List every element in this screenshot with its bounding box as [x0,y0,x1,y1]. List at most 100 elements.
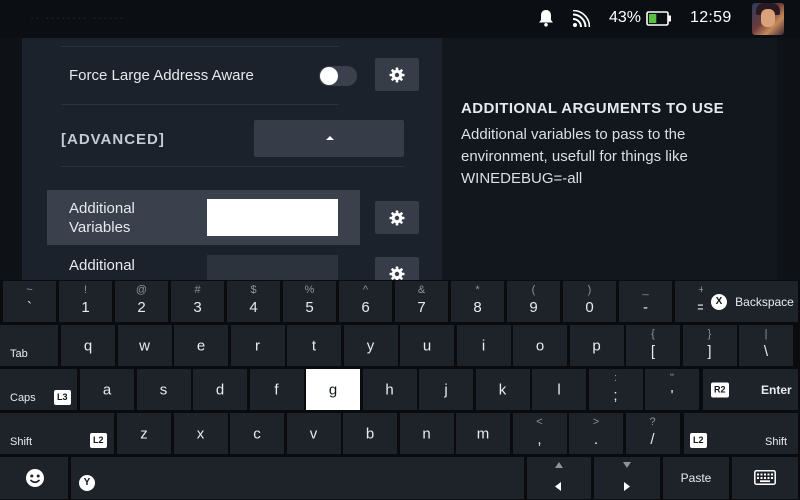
key-r1-6[interactable]: ^ 6 [339,281,392,322]
hide-keyboard-key[interactable] [732,457,798,499]
key-r4-1[interactable]: x [173,413,228,454]
force-large-address-aware-label: Force Large Address Aware [69,67,254,84]
key-r2-4[interactable]: t [287,325,341,366]
key-label: j [444,381,448,398]
battery-percent: 43% [609,9,642,26]
key-label: d [215,381,225,398]
key-r3-9[interactable]: :; [588,369,643,410]
key-r2-5[interactable]: y [343,325,398,366]
gear-icon [389,67,405,82]
key-r3-1[interactable]: s [136,369,191,410]
shift-label: Shift [765,436,788,448]
backdrop-right [777,38,800,280]
key-r4-5[interactable]: n [399,413,454,454]
key-r2-3[interactable]: r [230,325,285,366]
key-r4-3[interactable]: v [286,413,341,454]
settings-list: Force Large Address Aware [ADVANCED] Add… [22,38,442,280]
key-shift-label: @ [135,284,148,296]
key-r2-11[interactable]: }] [682,325,737,366]
key-r2-2[interactable]: e [174,325,228,366]
key-label: i [481,337,486,354]
emoji-icon [26,469,44,487]
tab-key[interactable]: Tab [0,325,58,366]
space-key[interactable]: Y [71,457,524,499]
force-large-address-aware-settings-button[interactable] [375,58,419,91]
key-r4-0[interactable]: z [117,413,171,454]
key-r2-7[interactable]: i [456,325,511,366]
key-r4-4[interactable]: b [343,413,397,454]
shift-label: Shift [10,436,33,448]
cast-icon[interactable] [572,10,590,28]
key-r3-4[interactable]: g [306,369,360,410]
key-shift-label: ) [587,284,592,296]
key-r3-10[interactable]: " ' [645,369,699,410]
paste-key[interactable]: Paste [663,457,729,499]
key-r4-2[interactable]: c [230,413,284,454]
key-r4-7[interactable]: <, [512,413,567,454]
caret-left-icon [555,482,561,491]
key-label: s [159,381,168,398]
key-r3-2[interactable]: d [193,369,247,410]
key-r2-8[interactable]: o [513,325,567,366]
key-label: a [102,381,112,398]
bell-icon[interactable] [538,9,554,27]
enter-key[interactable]: R2 Enter [703,369,798,410]
key-r2-1[interactable]: w [117,325,172,366]
additional-variables-settings-button[interactable] [375,201,419,234]
key-r4-9[interactable]: ? / [625,413,680,454]
battery-icon[interactable] [646,11,672,26]
caps-key[interactable]: Caps L3 [0,369,77,410]
key-label: o [535,337,545,354]
arrow-right-key[interactable] [594,457,660,499]
key-r1-2[interactable]: @2 [115,281,168,322]
key-r3-3[interactable]: f [249,369,304,410]
key-label: ' [670,387,674,404]
arrow-left-key[interactable] [527,457,591,499]
key-r1-0[interactable]: ~ ` [3,281,56,322]
emoji-key[interactable] [0,457,68,499]
advanced-collapse-button[interactable] [254,120,404,157]
key-r1-10[interactable]: ) 0 [563,281,616,322]
key-r3-5[interactable]: h [362,369,417,410]
key-r3-8[interactable]: l [532,369,586,410]
additional-arguments-settings-button[interactable] [375,257,419,280]
backspace-key[interactable]: X Backspace [703,281,798,322]
key-r1-5[interactable]: % 5 [283,281,336,322]
key-r1-9[interactable]: (9 [507,281,560,322]
key-r2-10[interactable]: {[ [626,325,680,366]
l2-badge: L2 [690,433,707,448]
key-r1-8[interactable]: * 8 [451,281,504,322]
key-label: \ [763,343,769,360]
key-r1-11[interactable]: _ - [619,281,672,322]
force-large-address-aware-toggle[interactable] [319,66,357,86]
key-label: m [476,425,490,442]
key-r2-12[interactable]: | \ [739,325,793,366]
paste-label: Paste [680,471,712,485]
key-r4-6[interactable]: m [456,413,510,454]
caret-right-icon [624,482,630,491]
key-r3-7[interactable]: k [475,369,530,410]
key-r2-6[interactable]: u [400,325,454,366]
avatar[interactable] [752,3,784,35]
key-r3-6[interactable]: j [419,369,473,410]
advanced-section-header: [ADVANCED] [61,131,165,148]
caret-up-icon [555,462,563,468]
shift-key-left[interactable]: Shift L2 [0,413,114,454]
key-r2-0[interactable]: q [61,325,115,366]
key-r1-4[interactable]: $4 [227,281,280,322]
key-shift-label: ^ [362,284,369,296]
key-shift-label: * [475,284,480,296]
additional-arguments-input[interactable] [207,255,338,280]
help-description: Additional variables to pass to the envi… [461,126,688,187]
key-r2-9[interactable]: p [569,325,624,366]
backdrop-left [0,38,22,280]
additional-variables-input[interactable] [207,199,338,236]
key-r1-1[interactable]: ! 1 [59,281,112,322]
key-shift-label: ( [531,284,536,296]
shift-key-right[interactable]: L2 Shift [684,413,798,454]
key-r1-3[interactable]: #3 [171,281,224,322]
key-r4-8[interactable]: >. [569,413,623,454]
key-r1-7[interactable]: & 7 [395,281,448,322]
key-r3-0[interactable]: a [80,369,134,410]
backspace-label: Backspace [735,294,794,309]
